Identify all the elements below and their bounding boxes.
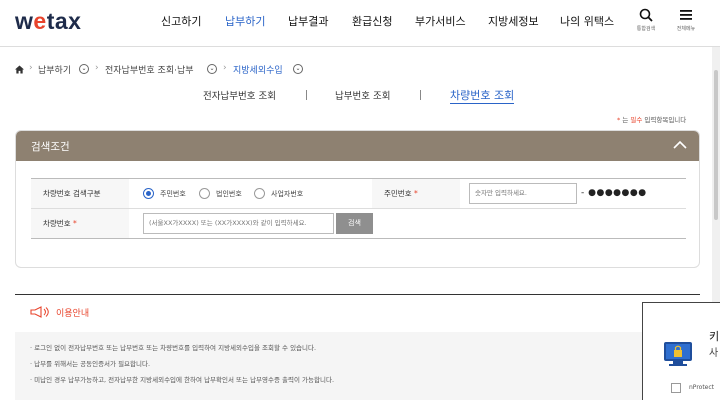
- sub-tabs: 전자납부번호 조회 납부번호 조회 차량번호 조회: [0, 88, 720, 104]
- tab-divider: [306, 90, 307, 100]
- chevron-up-icon[interactable]: [673, 140, 687, 150]
- popup-subtitle: 사: [709, 348, 719, 359]
- hamburger-icon: [680, 10, 692, 20]
- tab-epay-number[interactable]: 전자납부번호 조회: [203, 88, 276, 102]
- car-number-label: 차량번호 *: [31, 209, 129, 238]
- guide-line: · 로그인 없이 전자납부번호 또는 납부번호 또는 차량번호를 입력하여 지방…: [30, 344, 317, 352]
- radio-business-number[interactable]: [254, 188, 265, 199]
- wetax-logo[interactable]: wetax: [15, 8, 81, 35]
- megaphone-icon: [30, 306, 49, 318]
- menu-item-payment[interactable]: 납부하기: [225, 13, 265, 29]
- id-number-label: 주민번호 *: [372, 179, 460, 208]
- radio-label-resident: 주민번호: [160, 190, 186, 198]
- search-type-label: 차량번호 검색구분: [31, 179, 129, 208]
- guide-line: · 납부를 위해서는 공동인증서가 필요합니다.: [30, 360, 151, 368]
- chevron-right-icon: ›: [29, 63, 33, 73]
- search-panel-header: 검색조건: [16, 131, 699, 161]
- menu-item-local-tax-info[interactable]: 지방세정보: [488, 13, 539, 29]
- tab-divider: [420, 90, 421, 100]
- breadcrumb-item-payment[interactable]: 납부하기: [38, 63, 71, 76]
- chevron-down-icon[interactable]: ⌄: [207, 64, 217, 74]
- guide-title: 이용안내: [56, 309, 90, 319]
- guide-content: · 로그인 없이 전자납부번호 또는 납부번호 또는 차량번호를 입력하여 지방…: [15, 332, 700, 400]
- search-submit-button[interactable]: 검색: [336, 213, 373, 234]
- search-button[interactable]: 통합검색: [629, 8, 663, 32]
- menu-item-my-wetax[interactable]: 나의 위택스: [560, 13, 614, 29]
- radio-label-business: 사업자번호: [271, 190, 304, 198]
- breadcrumb-item-epay[interactable]: 전자납부번호 조회·납부: [105, 63, 194, 76]
- radio-label-corporate: 법인번호: [216, 190, 242, 198]
- menu-item-report[interactable]: 신고하기: [161, 13, 201, 29]
- car-number-input[interactable]: (서울XX가XXXX) 또는 (XX가XXXX)와 같이 입력하세요.: [143, 213, 334, 234]
- global-header: wetax 신고하기 납부하기 납부결과 환급신청 부가서비스 지방세정보 나의…: [0, 0, 720, 47]
- nprotect-popup: 키 사 nProtect: [642, 302, 720, 400]
- chevron-right-icon: ›: [223, 63, 227, 73]
- popup-title: 키: [709, 330, 720, 343]
- required-note: * 는 필수 입력항목입니다: [617, 116, 687, 124]
- id-number-masked: - ●●●●●●●: [581, 188, 647, 198]
- all-menu-label: 전체메뉴: [676, 26, 696, 32]
- chevron-down-icon[interactable]: ⌄: [79, 64, 89, 74]
- all-menu-button[interactable]: 전체메뉴: [669, 8, 703, 32]
- page: wetax 신고하기 납부하기 납부결과 환급신청 부가서비스 지방세정보 나의…: [0, 0, 720, 400]
- menu-item-extra-services[interactable]: 부가서비스: [415, 13, 466, 29]
- form-row-type: 차량번호 검색구분 주민번호 법인번호 사업자번호 주민번호 * 숫자만 입력하…: [31, 179, 686, 209]
- search-icon: [639, 8, 653, 22]
- home-icon[interactable]: [15, 65, 24, 74]
- guide-line: · 미납인 경우 납부가능하고, 전자납부한 지방세외수입에 한하여 납부확인서…: [30, 376, 335, 384]
- tab-car-number[interactable]: 차량번호 조회: [450, 87, 515, 104]
- section-divider: [15, 294, 700, 295]
- radio-corporate-number[interactable]: [199, 188, 210, 199]
- menu-item-refund[interactable]: 환급신청: [352, 13, 392, 29]
- search-panel: 검색조건 차량번호 검색구분 주민번호 법인번호 사업자번호 주민번호 * 숫자…: [15, 130, 700, 268]
- chevron-down-icon[interactable]: ⌄: [293, 64, 303, 74]
- tab-pay-number[interactable]: 납부번호 조회: [335, 88, 390, 102]
- search-form: 차량번호 검색구분 주민번호 법인번호 사업자번호 주민번호 * 숫자만 입력하…: [31, 178, 686, 239]
- search-panel-title: 검색조건: [31, 141, 70, 153]
- popup-checkbox-label: nProtect: [689, 384, 715, 391]
- id-number-input[interactable]: 숫자만 입력하세요.: [469, 183, 577, 204]
- popup-checkbox[interactable]: [671, 383, 681, 393]
- menu-item-payment-result[interactable]: 납부결과: [288, 13, 328, 29]
- form-row-car: 차량번호 * (서울XX가XXXX) 또는 (XX가XXXX)와 같이 입력하세…: [31, 209, 686, 239]
- scrollbar-thumb[interactable]: [714, 70, 718, 220]
- search-label: 통합검색: [636, 26, 656, 32]
- breadcrumb-current: 지방세외수입: [233, 66, 283, 76]
- secure-pc-icon: [664, 342, 692, 366]
- chevron-right-icon: ›: [95, 63, 99, 73]
- radio-resident-number[interactable]: [143, 188, 154, 199]
